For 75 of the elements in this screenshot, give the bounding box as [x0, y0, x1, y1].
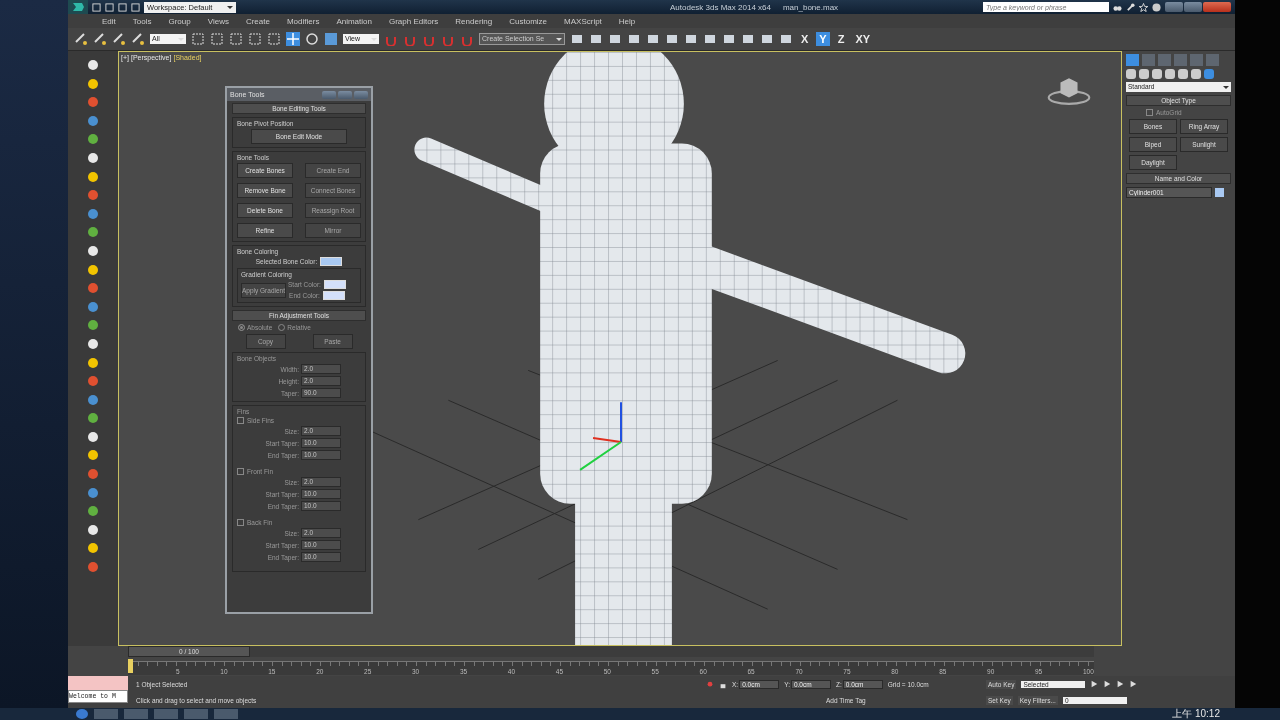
- tool-icon[interactable]: [589, 32, 603, 46]
- tool-icon[interactable]: [570, 32, 584, 46]
- current-frame-marker[interactable]: [128, 659, 133, 673]
- circle-icon[interactable]: [87, 133, 99, 146]
- menu-item[interactable]: MAXScript: [564, 16, 602, 26]
- menu-item[interactable]: Modifiers: [286, 16, 320, 26]
- category-icon[interactable]: [1165, 69, 1175, 79]
- start-icon[interactable]: [76, 709, 88, 719]
- rotate-icon[interactable]: [305, 32, 319, 46]
- clock-text: 上午 10:12: [1172, 708, 1220, 720]
- circle-icon[interactable]: [87, 244, 99, 257]
- selection-icon[interactable]: [229, 32, 243, 46]
- circle-icon[interactable]: [87, 412, 99, 425]
- circle-icon[interactable]: [87, 337, 99, 350]
- move-icon[interactable]: [286, 32, 300, 46]
- category-icon[interactable]: [1178, 69, 1188, 79]
- color-swatch[interactable]: [323, 280, 346, 289]
- circle-icon[interactable]: [87, 523, 99, 536]
- color-swatch[interactable]: [322, 291, 345, 300]
- menu-item[interactable]: Views: [207, 16, 229, 26]
- menu-item[interactable]: Edit: [102, 16, 116, 26]
- circle-icon[interactable]: [87, 449, 99, 462]
- tool-icon[interactable]: [722, 32, 736, 46]
- tool-icon[interactable]: [741, 32, 755, 46]
- menu-item[interactable]: Tools: [132, 16, 152, 26]
- scale-icon[interactable]: [324, 32, 338, 46]
- menu-item[interactable]: Group: [168, 16, 191, 26]
- selection-icon[interactable]: [210, 32, 224, 46]
- circle-icon[interactable]: [87, 226, 99, 239]
- selection-icon[interactable]: [191, 32, 205, 46]
- selection-icon[interactable]: [248, 32, 262, 46]
- axis-constraint-button[interactable]: XY: [852, 32, 874, 46]
- color-swatch[interactable]: [1215, 188, 1224, 197]
- circle-icon[interactable]: [87, 542, 99, 555]
- menu-item[interactable]: Animation: [336, 16, 372, 26]
- menu-item[interactable]: Help: [618, 16, 636, 26]
- circle-icon[interactable]: [87, 59, 99, 71]
- menu-item[interactable]: Rendering: [455, 16, 493, 26]
- menu-item[interactable]: Create: [245, 16, 270, 26]
- viewport[interactable]: [118, 51, 1122, 646]
- transform-gizmo-icon: [579, 401, 622, 471]
- tool-icon[interactable]: [665, 32, 679, 46]
- circle-icon[interactable]: [87, 263, 99, 276]
- category-icon[interactable]: [1139, 69, 1149, 79]
- tool-icon[interactable]: [703, 32, 717, 46]
- circle-icon[interactable]: [87, 430, 99, 443]
- circle-icon[interactable]: [87, 356, 99, 369]
- color-swatch[interactable]: [320, 257, 343, 266]
- maxscript-listener-field[interactable]: [68, 676, 128, 690]
- tool-icon[interactable]: [608, 32, 622, 46]
- axis-constraint-button[interactable]: Z: [834, 32, 848, 46]
- circle-icon[interactable]: [87, 151, 99, 164]
- circle-icon[interactable]: [87, 170, 99, 183]
- window-title: Autodesk 3ds Max 2014 x64: [670, 2, 771, 12]
- category-icon[interactable]: [1204, 69, 1214, 79]
- category-icon[interactable]: [1191, 69, 1201, 79]
- tool-icon[interactable]: [779, 32, 793, 46]
- circle-icon[interactable]: [87, 319, 99, 332]
- tool-icon[interactable]: [627, 32, 641, 46]
- app-logo-icon[interactable]: [68, 0, 88, 14]
- tool-icon[interactable]: [684, 32, 698, 46]
- pin-icon[interactable]: [706, 680, 714, 689]
- axis-constraint-button[interactable]: X: [798, 32, 812, 46]
- star-icon[interactable]: [1139, 2, 1148, 12]
- tool-icon[interactable]: [760, 32, 774, 46]
- tool-icon[interactable]: [646, 32, 660, 46]
- file-name: man_bone.max: [782, 2, 839, 12]
- menu-item[interactable]: Customize: [509, 16, 548, 26]
- category-icon[interactable]: [1126, 69, 1136, 79]
- circle-icon[interactable]: [87, 505, 99, 518]
- menu-item[interactable]: Graph Editors: [388, 16, 439, 26]
- circle-icon[interactable]: [87, 77, 99, 90]
- category-icon[interactable]: [1152, 69, 1162, 79]
- selection-icon[interactable]: [267, 32, 281, 46]
- wrench-icon[interactable]: [1126, 2, 1135, 12]
